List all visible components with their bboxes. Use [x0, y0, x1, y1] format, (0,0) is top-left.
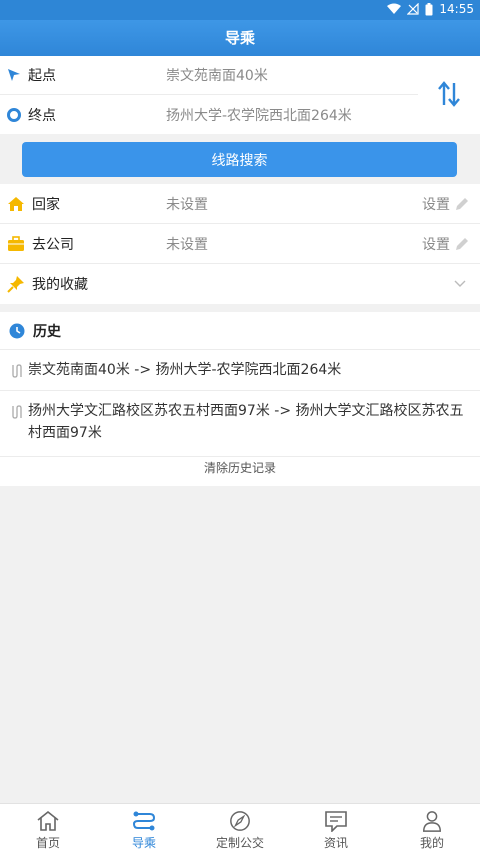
tab-guide[interactable]: 导乘	[96, 804, 192, 857]
pencil-icon	[456, 237, 468, 250]
message-icon	[325, 811, 347, 832]
favorites-row[interactable]: 我的收藏	[0, 264, 480, 304]
search-area: 线路搜索	[0, 134, 480, 184]
tab-news-label: 资讯	[323, 836, 348, 850]
home-icon	[37, 810, 59, 831]
company-label: 去公司	[32, 236, 74, 253]
route-search-button[interactable]: 线路搜索	[22, 142, 457, 177]
home-set-button[interactable]: 设置	[422, 194, 470, 214]
tab-guide-label: 导乘	[131, 836, 156, 850]
wifi-icon	[387, 3, 402, 14]
pin-icon	[0, 275, 32, 293]
end-circle-icon	[0, 107, 28, 123]
end-value[interactable]: 扬州大学-农学院西北面264米	[166, 105, 352, 125]
history-section: 历史 崇文苑南面40米 -> 扬州大学-农学院西北面264米 扬州大学文汇路校区…	[0, 312, 480, 486]
pencil-icon	[456, 197, 468, 210]
briefcase-icon	[0, 235, 32, 252]
home-row[interactable]: 回家 未设置 设置	[0, 184, 480, 224]
company-set-label: 设置	[422, 236, 450, 253]
route-search-label: 线路搜索	[211, 152, 268, 169]
status-bar: 14:55	[0, 0, 480, 20]
start-value[interactable]: 崇文苑南面40米	[166, 65, 268, 85]
tab-mine-label: 我的	[419, 836, 444, 850]
tab-custom-bus-label: 定制公交	[215, 836, 264, 850]
end-label: 终点	[28, 107, 56, 124]
company-value: 未设置	[166, 236, 208, 253]
route-icon	[132, 811, 156, 831]
home-icon	[0, 196, 32, 212]
home-label: 回家	[32, 196, 60, 213]
start-label: 起点	[28, 68, 56, 84]
tab-news[interactable]: 资讯	[288, 804, 384, 857]
clock-icon	[9, 323, 25, 338]
history-item-text: 扬州大学文汇路校区苏农五村西面97米 -> 扬州大学文汇路校区苏农五村西面97米	[28, 403, 464, 441]
swap-button[interactable]	[436, 76, 462, 112]
favorites-label: 我的收藏	[32, 277, 88, 293]
route-card: 起点 崇文苑南面40米 终点 扬州大学-农学院西北面264米	[0, 56, 480, 134]
page-title: 导乘	[224, 29, 255, 47]
user-icon	[423, 811, 441, 832]
tab-home-label: 首页	[35, 836, 60, 850]
battery-icon	[425, 2, 433, 15]
company-row[interactable]: 去公司 未设置 设置	[0, 224, 480, 264]
start-arrow-icon	[0, 67, 28, 83]
company-set-button[interactable]: 设置	[422, 234, 470, 254]
compass-icon	[230, 811, 250, 831]
history-title: 历史	[33, 323, 61, 340]
home-set-label: 设置	[422, 196, 450, 213]
status-icons: 14:55	[387, 2, 474, 16]
start-point-row[interactable]: 起点 崇文苑南面40米	[0, 56, 418, 95]
tab-home[interactable]: 首页	[0, 804, 96, 857]
tab-mine[interactable]: 我的	[384, 804, 480, 857]
tab-custom-bus[interactable]: 定制公交	[192, 804, 288, 857]
signal-off-icon	[407, 3, 420, 15]
history-item[interactable]: 扬州大学文汇路校区苏农五村西面97米 -> 扬州大学文汇路校区苏农五村西面97米	[0, 391, 480, 457]
history-header: 历史	[0, 312, 480, 350]
swap-arrows-icon	[438, 81, 460, 107]
bottom-tab-bar: 首页 导乘 定制公交 资讯 我的	[0, 803, 480, 857]
history-item-text: 崇文苑南面40米 -> 扬州大学-农学院西北面264米	[28, 362, 342, 378]
app-bar: 导乘	[0, 20, 480, 56]
history-item[interactable]: 崇文苑南面40米 -> 扬州大学-农学院西北面264米	[0, 351, 480, 391]
quick-places: 回家 未设置 设置 去公司 未设置 设置 我的收藏	[0, 184, 480, 304]
chevron-down-icon[interactable]	[454, 280, 466, 288]
route-history-icon	[10, 400, 28, 426]
end-point-row[interactable]: 终点 扬州大学-农学院西北面264米	[0, 95, 418, 134]
route-history-icon	[10, 359, 28, 385]
status-time: 14:55	[439, 2, 474, 16]
clear-history-label: 清除历史记录	[203, 461, 276, 475]
clear-history-button[interactable]: 清除历史记录	[0, 459, 480, 476]
home-value: 未设置	[166, 196, 208, 213]
